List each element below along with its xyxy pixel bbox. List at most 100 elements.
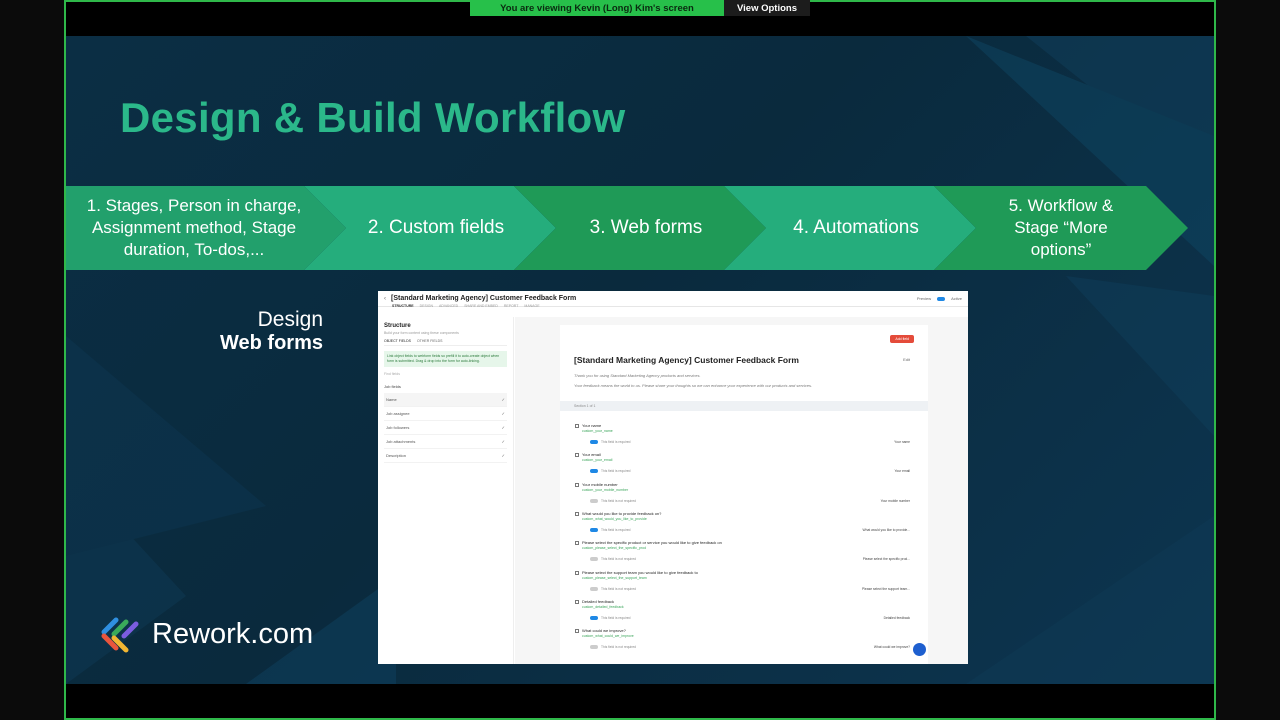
form-title: [Standard Marketing Agency] Customer Fee…	[574, 355, 799, 365]
form-field-row: What could we improve? custom_what_could_…	[575, 628, 912, 657]
form-description-1: Thank you for using Standard Marketing A…	[574, 373, 701, 378]
field-name: Your email	[582, 452, 601, 458]
add-field-button: Add field	[890, 335, 914, 343]
field-key: custom_your_email	[582, 458, 613, 463]
back-icon: ‹	[384, 295, 386, 302]
design-label-line2: Web forms	[220, 332, 323, 354]
step-automations: 4. Automations	[793, 216, 919, 238]
tab-other-fields: OTHER FIELDS	[416, 339, 443, 343]
field-key: custom_please_select_the_support_team	[582, 575, 647, 580]
step-stages: 1. Stages, Person in charge, Assignment m…	[86, 195, 302, 260]
field-type-icon	[575, 570, 579, 575]
left-field-item: Description ✓	[384, 449, 507, 463]
form-field-row: Your mobile number custom_your_mobile_num…	[575, 481, 912, 511]
form-field-row: Please select the support team you would…	[575, 569, 912, 599]
field-name: Your mobile number	[582, 481, 618, 487]
field-name: Please select the specific product or se…	[582, 540, 722, 546]
field-key: custom_what_could_we_improve	[582, 634, 634, 639]
slide-title: Design & Build Workflow	[120, 94, 626, 141]
tab-report: REPORT	[503, 304, 519, 308]
field-required: This field is required	[590, 615, 631, 620]
design-label: Design Web forms	[66, 308, 323, 355]
field-required: This field is required	[590, 469, 631, 474]
active-label: Active	[951, 296, 962, 301]
field-key: custom_your_mobile_number	[582, 487, 629, 492]
step-custom-fields: 2. Custom fields	[367, 216, 505, 238]
field-type-icon	[575, 482, 579, 487]
form-field-row: What would you like to provide feedback …	[575, 510, 912, 540]
required-toggle	[590, 586, 598, 591]
form-card: Add field [Standard Marketing Agency] Cu…	[560, 325, 928, 664]
form-field-row: Your name custom_your_name This field is r…	[575, 423, 912, 452]
field-link: Please select the specific prod...	[862, 557, 910, 562]
job-fields-group: Job fields	[384, 383, 401, 389]
form-builder-screenshot: ‹ [Standard Marketing Agency] Customer F…	[378, 291, 968, 664]
rework-logo-icon	[101, 617, 139, 653]
field-link: Detailed feedback	[883, 615, 910, 620]
left-field-item: Name ✓	[384, 392, 507, 407]
field-name: What would you like to provide feedback …	[582, 510, 662, 516]
viewing-message: You are viewing Kevin (Long) Kim's scree…	[470, 0, 724, 16]
view-options-button[interactable]: View Options	[724, 0, 810, 16]
tab-design: DESIGN	[419, 304, 434, 308]
structure-tabs: OBJECT FIELDS OTHER FIELDS	[384, 339, 507, 346]
form-field-row: Your email custom_your_email This field is…	[575, 452, 912, 481]
rework-logo: Rework.com	[100, 614, 313, 654]
design-label-line1: Design	[257, 308, 323, 331]
active-toggle	[937, 296, 946, 301]
field-required: This field is required	[590, 440, 631, 444]
required-toggle	[590, 440, 598, 444]
field-type-icon	[575, 541, 579, 546]
field-name: Please select the support team you would…	[582, 569, 698, 575]
field-required: This field is not required	[590, 557, 636, 562]
field-type-icon	[575, 629, 579, 634]
tab-structure: STRUCTURE	[392, 304, 414, 308]
form-builder-tabs: STRUCTURE DESIGN ADVANCED SHARE AND EMBE…	[392, 304, 540, 308]
field-name: Detailed feedback	[582, 598, 615, 604]
field-link: What could we improve?	[873, 645, 910, 650]
field-type-icon	[575, 599, 579, 604]
edit-link: Edit	[903, 357, 910, 362]
field-key: custom_what_would_you_like_to_provide	[582, 516, 647, 521]
workflow-steps: 1. Stages, Person in charge, Assignment m…	[66, 186, 1214, 270]
left-field-item: Job attachments ✓	[384, 435, 507, 449]
field-key: custom_your_name	[582, 429, 613, 433]
field-type-icon	[575, 424, 579, 428]
form-field-row: Please select the specific product or se…	[575, 540, 912, 569]
structure-panel: Structure Build your form content using …	[378, 317, 514, 664]
field-required: This field is not required	[590, 645, 636, 650]
tab-advanced: ADVANCED	[439, 304, 459, 308]
step-workflow-options: 5. Workflow & Stage “More options”	[1008, 195, 1114, 260]
form-builder-header-actions: Preview Active	[917, 296, 962, 301]
field-type-icon	[575, 453, 579, 458]
required-toggle	[590, 498, 598, 503]
field-link: What would you like to provide...	[862, 527, 910, 532]
presentation-slide: Design & Build Workflow 1. Stages, Perso…	[66, 36, 1214, 684]
field-link: Your mobile number	[880, 498, 910, 503]
field-link: Please select the support team...	[861, 586, 910, 591]
structure-tip: Link object fields to webform fields so …	[384, 351, 507, 367]
field-name: What could we improve?	[582, 628, 626, 634]
required-toggle	[590, 615, 598, 620]
form-canvas: Add field [Standard Marketing Agency] Cu…	[515, 317, 968, 664]
tab-share-embed: SHARE AND EMBED	[464, 304, 498, 308]
tab-manage: MANAGE	[524, 304, 540, 308]
chat-icon	[913, 643, 926, 656]
required-toggle	[590, 469, 598, 474]
left-field-item: Job assignee ✓	[384, 407, 507, 421]
form-builder-title: [Standard Marketing Agency] Customer Fee…	[391, 295, 577, 302]
section-bar: Section 1 of 1	[560, 401, 928, 411]
field-key: custom_please_select_the_specific_prod	[582, 546, 647, 551]
form-field-row: Detailed feedback custom_detailed_feedbac…	[575, 598, 912, 628]
screen-share-banner: You are viewing Kevin (Long) Kim's scree…	[470, 0, 810, 16]
field-link: Your name	[894, 440, 910, 444]
field-required: This field is required	[590, 527, 631, 532]
structure-title: Structure	[384, 323, 411, 329]
left-field-item: Job followers ✓	[384, 421, 507, 435]
field-required: This field is not required	[590, 586, 636, 591]
structure-subtitle: Build your form content using these comp…	[384, 331, 459, 335]
step-web-forms: 3. Web forms	[589, 216, 703, 238]
form-description-2: Your feedback means the world to us. Ple…	[574, 383, 813, 388]
required-toggle	[590, 645, 598, 650]
field-name: Your name	[582, 423, 602, 428]
